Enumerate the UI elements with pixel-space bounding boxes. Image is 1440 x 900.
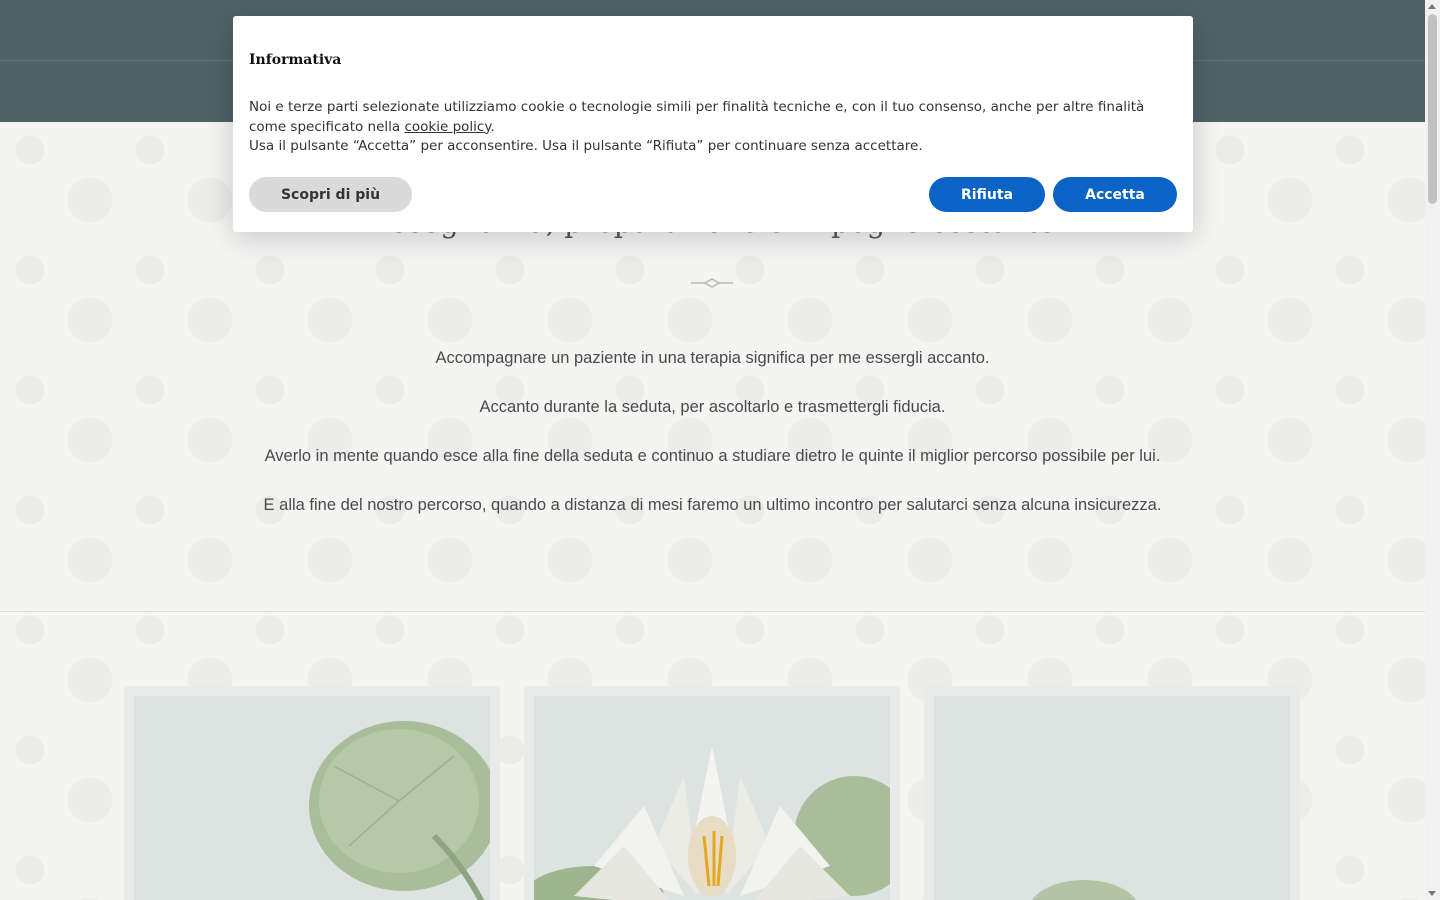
paragraph-3: Averlo in mente quando esce alla fine de… [264, 447, 1161, 465]
section-divider [0, 611, 1425, 612]
paragraph-1: Accompagnare un paziente in una terapia … [435, 349, 990, 367]
water-lily-icon [534, 746, 890, 900]
card-image [534, 696, 890, 900]
scroll-up-arrow-icon[interactable] [1428, 4, 1436, 9]
cookie-dialog-title: Informativa [249, 52, 342, 68]
card-2[interactable] [524, 686, 900, 900]
accept-button[interactable]: Accetta [1053, 177, 1177, 212]
card-image [934, 696, 1290, 900]
page-scrollbar[interactable] [1425, 0, 1440, 900]
card-3[interactable] [924, 686, 1300, 900]
paragraph-2: Accanto durante la seduta, per ascoltarl… [479, 398, 946, 416]
ornament-divider-icon [691, 278, 733, 288]
cookie-text-part1: Noi e terze parti selezionate utilizziam… [249, 99, 1145, 135]
cookie-consent-dialog: Informativa Noi e terze parti selezionat… [233, 16, 1193, 232]
lily-pad-icon [1032, 880, 1136, 900]
cookie-text-part2: . [490, 118, 495, 135]
cookie-policy-link[interactable]: cookie policy [404, 119, 490, 135]
card-image [134, 696, 490, 900]
cookie-dialog-text: Noi e terze parti selezionate utilizziam… [249, 98, 1181, 157]
learn-more-button[interactable]: Scopri di più [249, 177, 412, 212]
scrollbar-thumb[interactable] [1428, 14, 1437, 204]
lily-pad-icon [309, 721, 490, 900]
card-1[interactable] [124, 686, 500, 900]
paragraph-4: E alla fine del nostro percorso, quando … [263, 496, 1162, 514]
cookie-text-line2: Usa il pulsante “Accetta” per acconsenti… [249, 138, 923, 154]
reject-button[interactable]: Rifiuta [929, 177, 1045, 212]
scroll-down-arrow-icon[interactable] [1428, 891, 1436, 896]
